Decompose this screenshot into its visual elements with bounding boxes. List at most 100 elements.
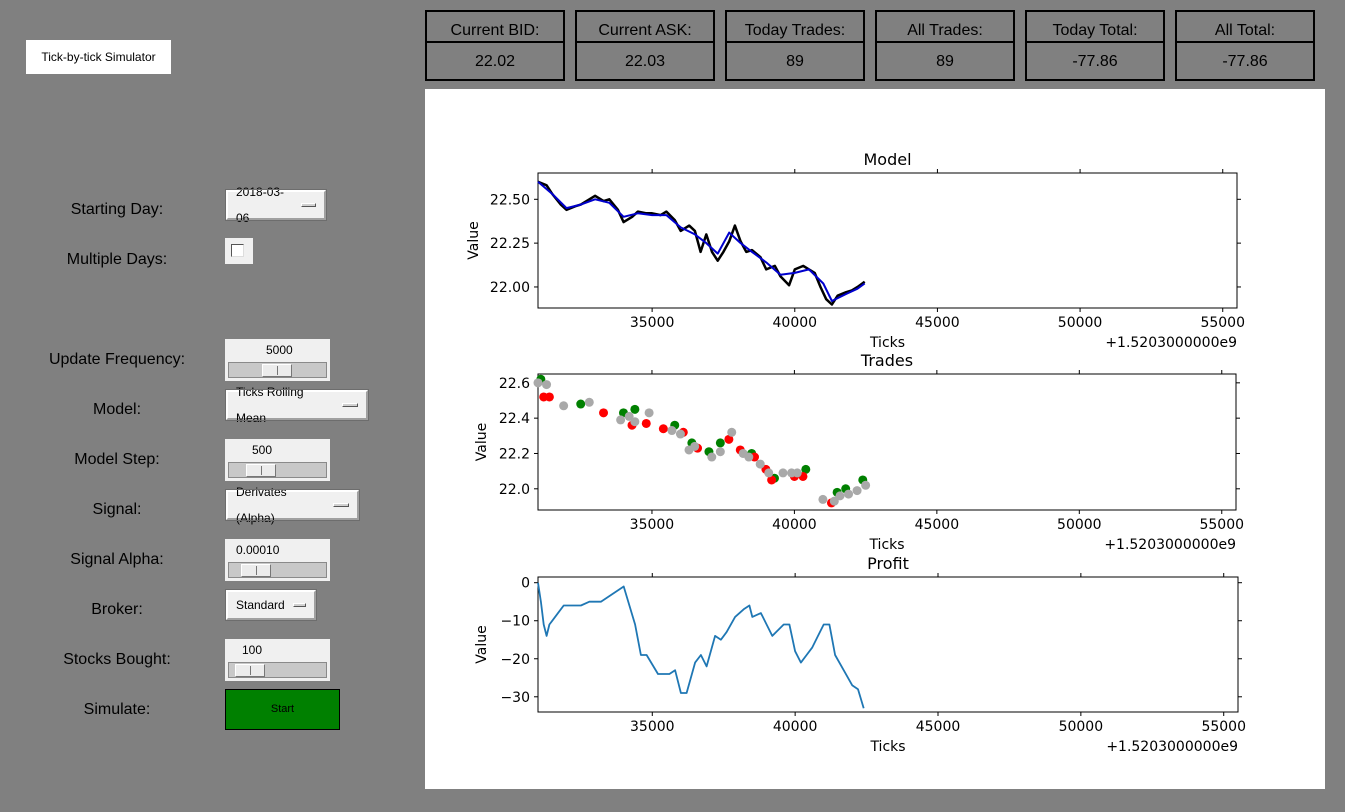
trade-point-neutral bbox=[778, 468, 788, 478]
trade-point-neutral bbox=[584, 397, 594, 407]
stat-label: All Total: bbox=[1177, 12, 1313, 43]
checkbox-box-icon bbox=[231, 244, 244, 257]
stocks-bought-label: Stocks Bought: bbox=[63, 651, 171, 668]
signal-alpha-label: Signal Alpha: bbox=[70, 551, 164, 568]
x-tick-label: 35000 bbox=[630, 315, 675, 331]
x-offset-label: +1.5203000000e9 bbox=[1105, 335, 1237, 351]
stat-current-bid: Current BID: 22.02 bbox=[425, 10, 565, 81]
slider-trough[interactable] bbox=[228, 562, 327, 578]
slider-value: 0.00010 bbox=[236, 543, 280, 557]
y-axis-label: Value bbox=[466, 221, 482, 259]
signal-dropdown[interactable]: Derivates (Alpha) bbox=[225, 485, 360, 525]
trade-point-neutral bbox=[835, 491, 845, 501]
starting-day-dropdown[interactable]: 2018-03-06 bbox=[225, 185, 327, 225]
x-tick-label: 55000 bbox=[1200, 315, 1245, 331]
price-line bbox=[537, 180, 866, 306]
slider-thumb[interactable] bbox=[235, 664, 265, 677]
stat-label: All Trades: bbox=[877, 12, 1013, 43]
axes-frame bbox=[537, 576, 1239, 713]
stat-value: 22.02 bbox=[474, 53, 516, 70]
model-step-label: Model Step: bbox=[74, 451, 160, 468]
slider-trough[interactable] bbox=[228, 662, 327, 678]
chart-title: Trades bbox=[860, 351, 913, 370]
y-tick-label: 22.25 bbox=[490, 236, 530, 252]
x-tick-label: 45000 bbox=[915, 315, 960, 331]
x-tick-label: 35000 bbox=[630, 517, 675, 533]
y-tick-label: 22.00 bbox=[490, 280, 530, 296]
broker-label: Broker: bbox=[91, 601, 143, 618]
model-step-slider[interactable]: 500 bbox=[225, 439, 330, 481]
stocks-bought-slider[interactable]: 100 bbox=[225, 639, 330, 681]
x-tick-label: 45000 bbox=[916, 719, 961, 735]
trade-point-neutral bbox=[616, 415, 626, 425]
trade-point-neutral bbox=[844, 489, 854, 499]
stat-value: -77.86 bbox=[1072, 53, 1118, 70]
stat-label: Current BID: bbox=[427, 12, 563, 43]
trade-point-neutral bbox=[707, 452, 717, 462]
trade-point-neutral bbox=[690, 441, 700, 451]
y-axis-label: Value bbox=[474, 423, 490, 461]
trade-point-buy bbox=[630, 404, 640, 414]
slider-thumb[interactable] bbox=[241, 564, 271, 577]
signal-alpha-slider[interactable]: 0.00010 bbox=[225, 539, 330, 581]
dropdown-indicator-icon bbox=[342, 403, 358, 407]
x-axis-label: Ticks bbox=[868, 537, 904, 553]
trade-point-neutral bbox=[675, 429, 685, 439]
trade-point-neutral bbox=[792, 468, 802, 478]
profit-line bbox=[537, 582, 865, 709]
trade-point-neutral bbox=[861, 480, 871, 490]
x-axis-label: Ticks bbox=[869, 335, 905, 351]
y-tick-label: 22.0 bbox=[499, 482, 530, 498]
trade-point-neutral bbox=[644, 408, 654, 418]
dropdown-indicator-icon bbox=[292, 603, 306, 607]
signal-label: Signal: bbox=[92, 501, 142, 518]
model-dropdown[interactable]: Ticks Rolling Mean bbox=[225, 385, 369, 425]
dropdown-value: 2018-03-06 bbox=[236, 185, 285, 225]
trade-point-neutral bbox=[667, 426, 677, 436]
x-tick-label: 55000 bbox=[1201, 719, 1246, 735]
x-offset-label: +1.5203000000e9 bbox=[1106, 739, 1238, 755]
stat-value: -77.86 bbox=[1222, 53, 1268, 70]
x-tick-label: 50000 bbox=[1058, 315, 1103, 331]
dropdown-indicator-icon bbox=[301, 203, 316, 207]
y-axis-label: Value bbox=[474, 625, 490, 663]
y-tick-label: −30 bbox=[500, 690, 530, 706]
x-tick-label: 55000 bbox=[1199, 517, 1244, 533]
y-tick-label: 22.50 bbox=[490, 192, 530, 208]
trade-point-sell bbox=[544, 392, 554, 402]
trade-point-neutral bbox=[715, 447, 725, 457]
y-tick-label: −20 bbox=[500, 652, 530, 668]
slider-thumb[interactable] bbox=[262, 364, 292, 377]
starting-day-label: Starting Day: bbox=[70, 201, 164, 218]
trade-point-neutral bbox=[852, 486, 862, 496]
stat-label: Current ASK: bbox=[577, 12, 713, 43]
stat-label: Today Trades: bbox=[727, 12, 863, 43]
start-button[interactable]: Start bbox=[225, 689, 340, 730]
trade-point-neutral bbox=[744, 452, 754, 462]
broker-dropdown[interactable]: Standard bbox=[225, 589, 317, 621]
stat-current-ask: Current ASK: 22.03 bbox=[575, 10, 715, 81]
axes-frame bbox=[537, 373, 1237, 511]
update-frequency-label: Update Frequency: bbox=[48, 351, 186, 368]
slider-thumb[interactable] bbox=[246, 464, 276, 477]
y-tick-label: −10 bbox=[500, 614, 530, 630]
y-tick-label: 22.4 bbox=[499, 411, 530, 427]
slider-trough[interactable] bbox=[228, 362, 327, 378]
slider-value: 500 bbox=[252, 443, 273, 457]
x-tick-label: 50000 bbox=[1059, 719, 1104, 735]
multiple-days-checkbox[interactable] bbox=[225, 238, 253, 264]
model-label: Model: bbox=[92, 401, 142, 418]
stat-value: 89 bbox=[786, 53, 804, 70]
slider-trough[interactable] bbox=[228, 462, 327, 478]
dropdown-value: Ticks Rolling Mean bbox=[236, 385, 304, 425]
x-tick-label: 40000 bbox=[773, 315, 818, 331]
x-tick-label: 45000 bbox=[915, 517, 960, 533]
trade-point-buy bbox=[576, 399, 586, 409]
stat-all-total: All Total: -77.86 bbox=[1175, 10, 1315, 81]
dropdown-value: Standard bbox=[236, 598, 285, 612]
stat-value: 89 bbox=[936, 53, 954, 70]
update-frequency-slider[interactable]: 5000 bbox=[225, 339, 330, 381]
x-tick-label: 40000 bbox=[773, 719, 818, 735]
trade-point-sell bbox=[599, 408, 609, 418]
x-offset-label: +1.5203000000e9 bbox=[1104, 537, 1236, 553]
